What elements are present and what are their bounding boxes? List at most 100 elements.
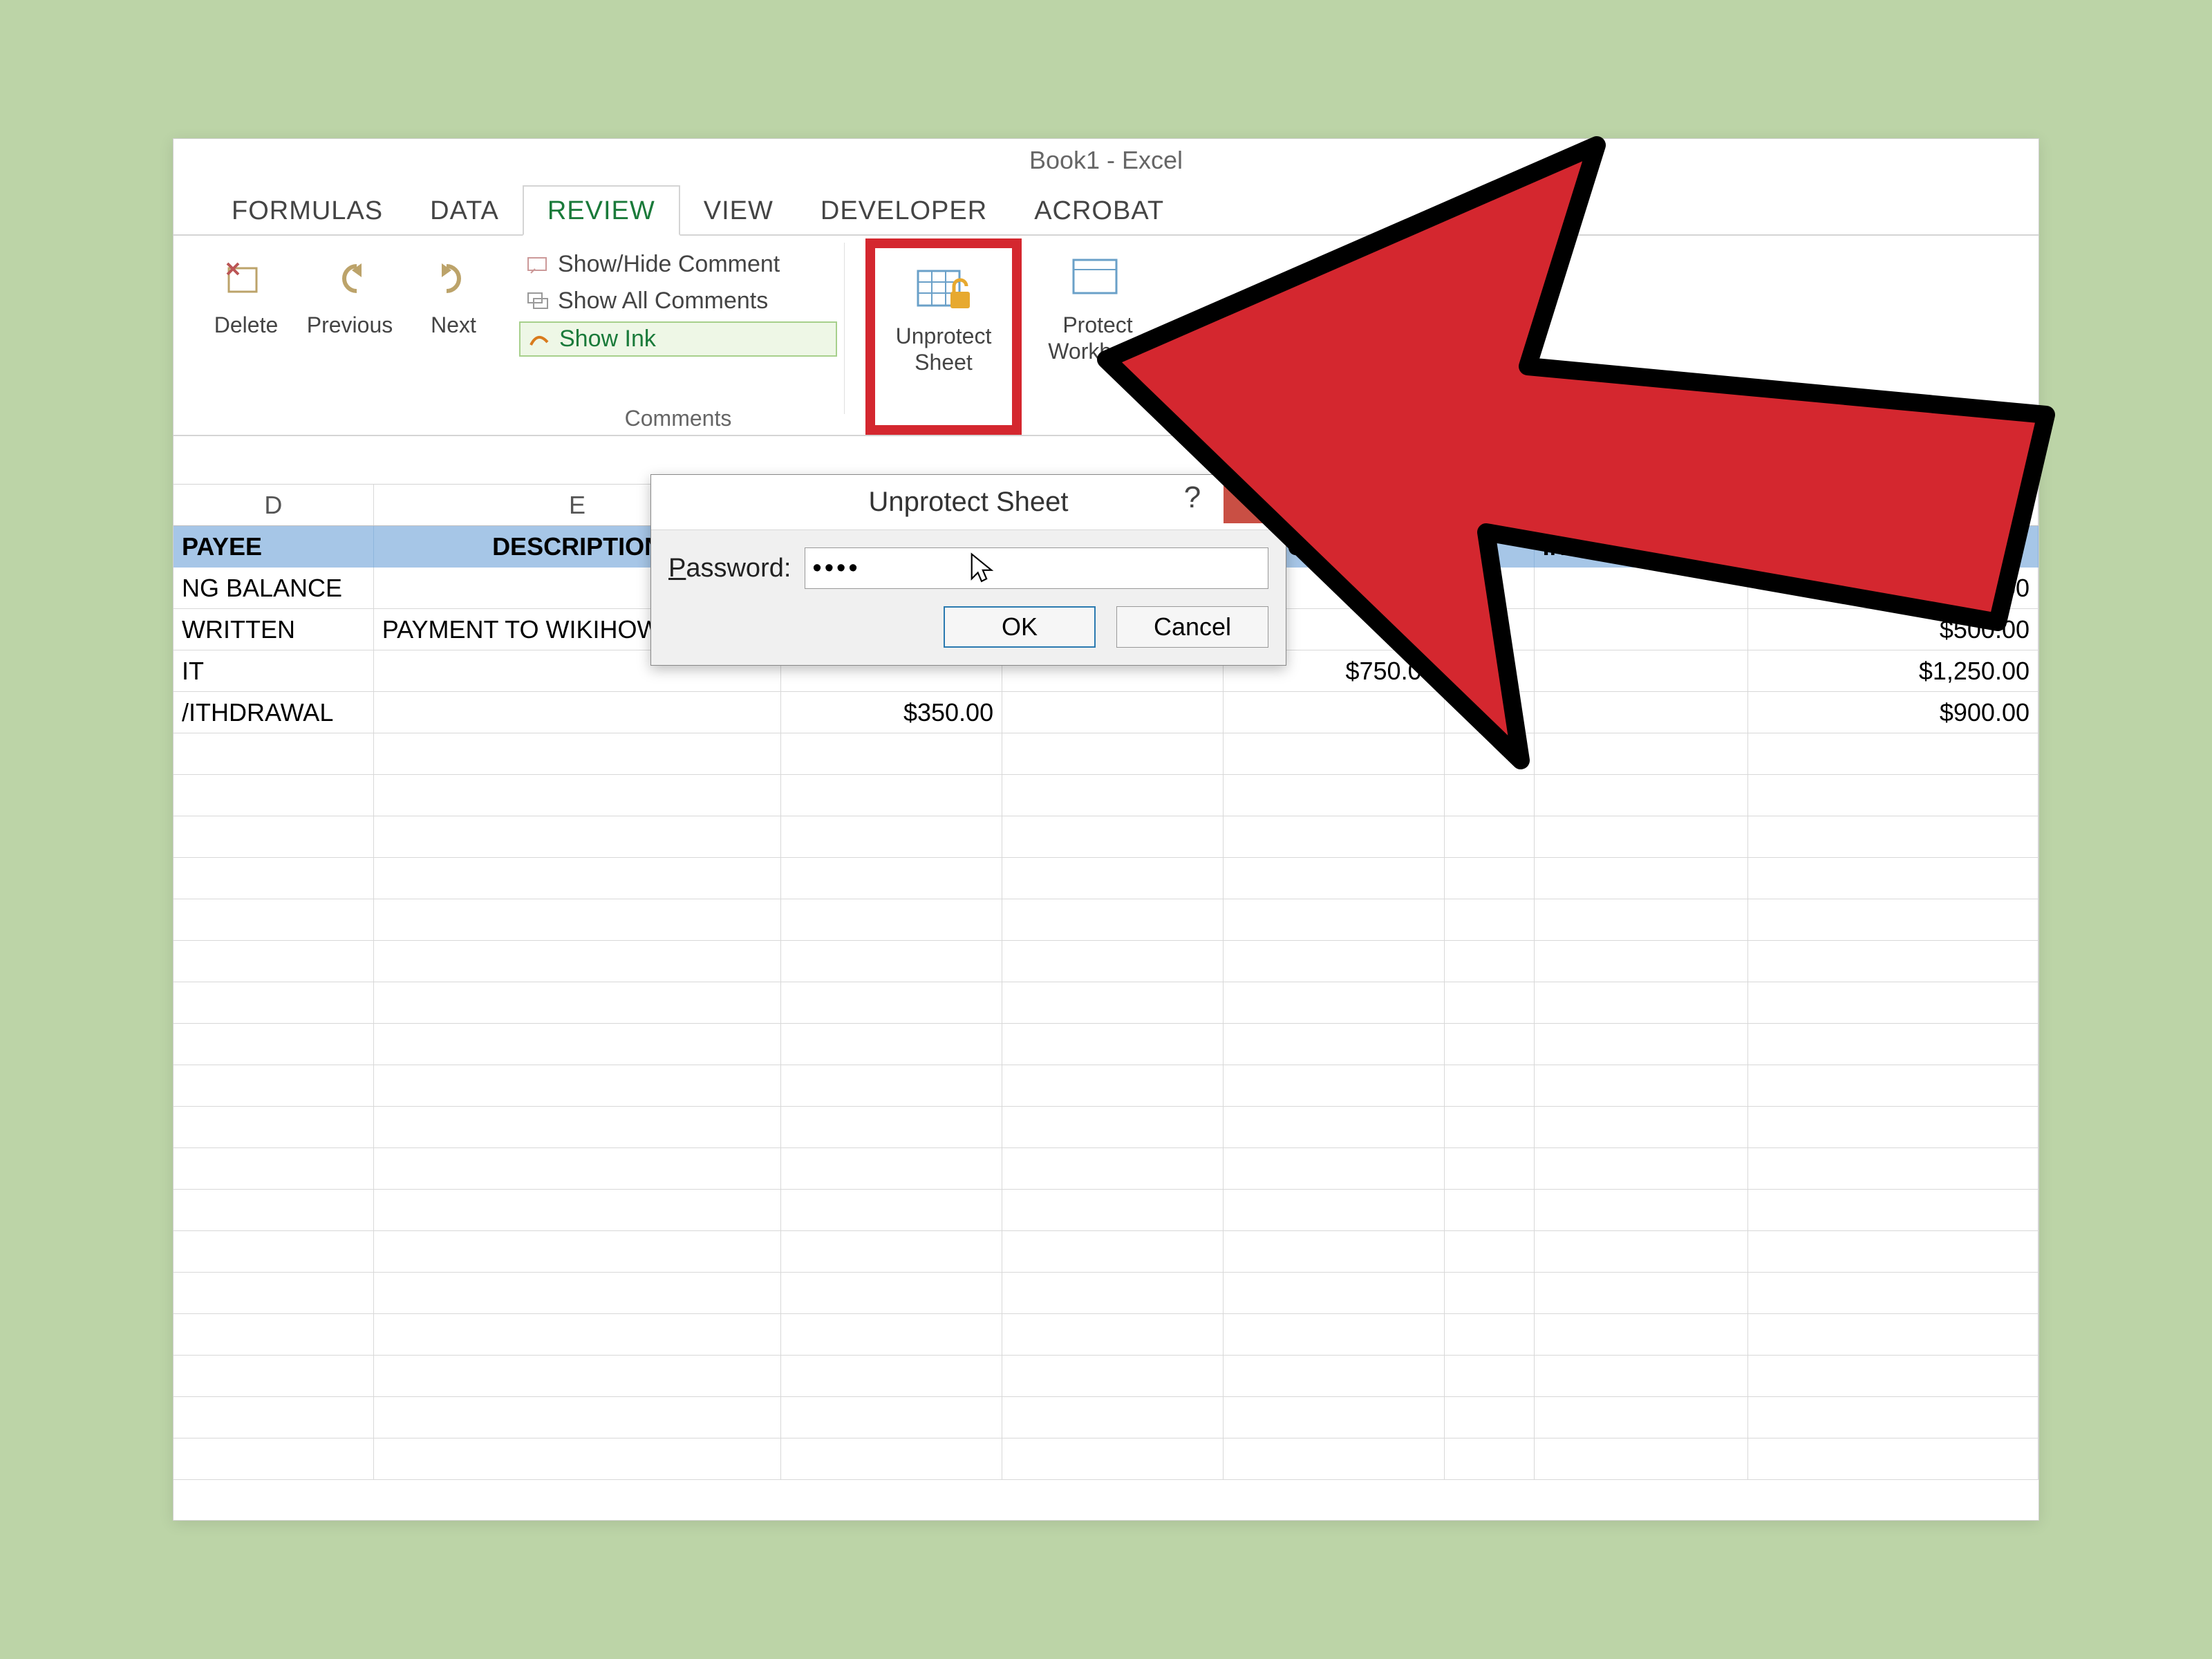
cell[interactable] — [1445, 1231, 1535, 1272]
cell[interactable] — [1535, 982, 1749, 1023]
cell[interactable] — [1535, 1314, 1749, 1355]
cell[interactable] — [1535, 1273, 1749, 1313]
cell[interactable] — [174, 1107, 374, 1147]
cell[interactable] — [1748, 1024, 2038, 1065]
cell[interactable] — [1445, 816, 1535, 857]
col-header-i[interactable]: I — [1445, 485, 1535, 525]
cell[interactable] — [374, 1065, 782, 1106]
cell[interactable]: /ITHDRAWAL — [174, 692, 374, 733]
cell[interactable] — [1748, 1231, 2038, 1272]
cell[interactable] — [1535, 609, 1749, 650]
cell[interactable] — [781, 858, 1002, 899]
cell[interactable] — [174, 1231, 374, 1272]
cell[interactable] — [1224, 775, 1445, 816]
tab-developer[interactable]: DEVELOPER — [797, 187, 1011, 234]
cell[interactable] — [174, 1024, 374, 1065]
cell[interactable] — [1224, 1024, 1445, 1065]
cell[interactable] — [1002, 1065, 1224, 1106]
cell[interactable] — [1224, 1065, 1445, 1106]
cell[interactable] — [374, 941, 782, 982]
cell[interactable]: $1,000.00 — [1748, 568, 2038, 608]
cell[interactable] — [174, 858, 374, 899]
cell[interactable] — [1224, 1107, 1445, 1147]
tab-view[interactable]: VIEW — [680, 187, 797, 234]
cell[interactable] — [781, 1314, 1002, 1355]
cell[interactable] — [174, 1190, 374, 1230]
cell[interactable] — [1002, 816, 1224, 857]
cell[interactable] — [1535, 1438, 1749, 1479]
protect-workbook-button[interactable]: Protect Workbook — [1029, 243, 1167, 435]
cell[interactable] — [1748, 1356, 2038, 1396]
cell[interactable] — [374, 858, 782, 899]
cell[interactable] — [1002, 1107, 1224, 1147]
cell[interactable] — [174, 1314, 374, 1355]
cell[interactable] — [174, 1065, 374, 1106]
cell[interactable] — [1224, 982, 1445, 1023]
cell[interactable] — [1748, 1065, 2038, 1106]
cell[interactable] — [1224, 733, 1445, 774]
cell[interactable] — [781, 1231, 1002, 1272]
cell[interactable] — [1224, 858, 1445, 899]
tab-acrobat[interactable]: ACROBAT — [1011, 187, 1188, 234]
cell[interactable] — [1535, 775, 1749, 816]
cell[interactable] — [1535, 650, 1749, 691]
cell[interactable] — [1535, 858, 1749, 899]
cell[interactable] — [374, 1438, 782, 1479]
cell[interactable] — [1748, 1148, 2038, 1189]
cell[interactable] — [1535, 1231, 1749, 1272]
cell[interactable] — [781, 1107, 1002, 1147]
cell[interactable] — [1002, 733, 1224, 774]
cell[interactable] — [1224, 1273, 1445, 1313]
cell[interactable] — [781, 1273, 1002, 1313]
cell[interactable] — [1445, 733, 1535, 774]
cell[interactable] — [1445, 1190, 1535, 1230]
cell[interactable]: IT — [174, 650, 374, 691]
cell[interactable] — [1002, 1397, 1224, 1438]
password-input[interactable] — [805, 547, 1268, 589]
cell[interactable] — [174, 1438, 374, 1479]
cell[interactable] — [374, 1231, 782, 1272]
cell[interactable] — [1224, 1190, 1445, 1230]
hdr-i[interactable] — [1445, 526, 1535, 568]
cell[interactable] — [1224, 1148, 1445, 1189]
cell[interactable] — [1748, 982, 2038, 1023]
col-header-d[interactable]: D — [174, 485, 374, 525]
cell[interactable] — [1535, 1065, 1749, 1106]
tab-data[interactable]: DATA — [406, 187, 523, 234]
cell[interactable] — [1535, 941, 1749, 982]
cell[interactable] — [1748, 816, 2038, 857]
cell[interactable] — [781, 1065, 1002, 1106]
cell[interactable] — [1224, 899, 1445, 940]
cell[interactable] — [1445, 775, 1535, 816]
cell[interactable] — [781, 1438, 1002, 1479]
cell[interactable] — [374, 1273, 782, 1313]
cell[interactable] — [174, 1356, 374, 1396]
cell[interactable] — [1002, 692, 1224, 733]
cell[interactable] — [1748, 899, 2038, 940]
cell[interactable] — [1535, 692, 1749, 733]
cell[interactable] — [1445, 1024, 1535, 1065]
delete-comment-button[interactable]: Delete — [194, 243, 298, 435]
cell[interactable] — [374, 982, 782, 1023]
cell[interactable] — [1002, 899, 1224, 940]
cell[interactable] — [781, 1148, 1002, 1189]
cell[interactable] — [1224, 941, 1445, 982]
cell[interactable] — [1535, 733, 1749, 774]
cell[interactable] — [1445, 609, 1535, 650]
cell[interactable] — [374, 1314, 782, 1355]
cell[interactable] — [174, 941, 374, 982]
cell[interactable] — [1748, 775, 2038, 816]
cell[interactable]: $350.00 — [781, 692, 1002, 733]
cell[interactable]: NG BALANCE — [174, 568, 374, 608]
cell[interactable] — [1002, 775, 1224, 816]
cell[interactable] — [1002, 982, 1224, 1023]
cell[interactable] — [1002, 1190, 1224, 1230]
cell[interactable] — [1748, 1107, 2038, 1147]
cell[interactable] — [1748, 1273, 2038, 1313]
cell[interactable] — [1535, 899, 1749, 940]
cell[interactable] — [1445, 692, 1535, 733]
cell[interactable]: WRITTEN — [174, 609, 374, 650]
cell[interactable] — [1445, 1065, 1535, 1106]
cell[interactable] — [374, 1148, 782, 1189]
cell[interactable] — [1445, 568, 1535, 608]
